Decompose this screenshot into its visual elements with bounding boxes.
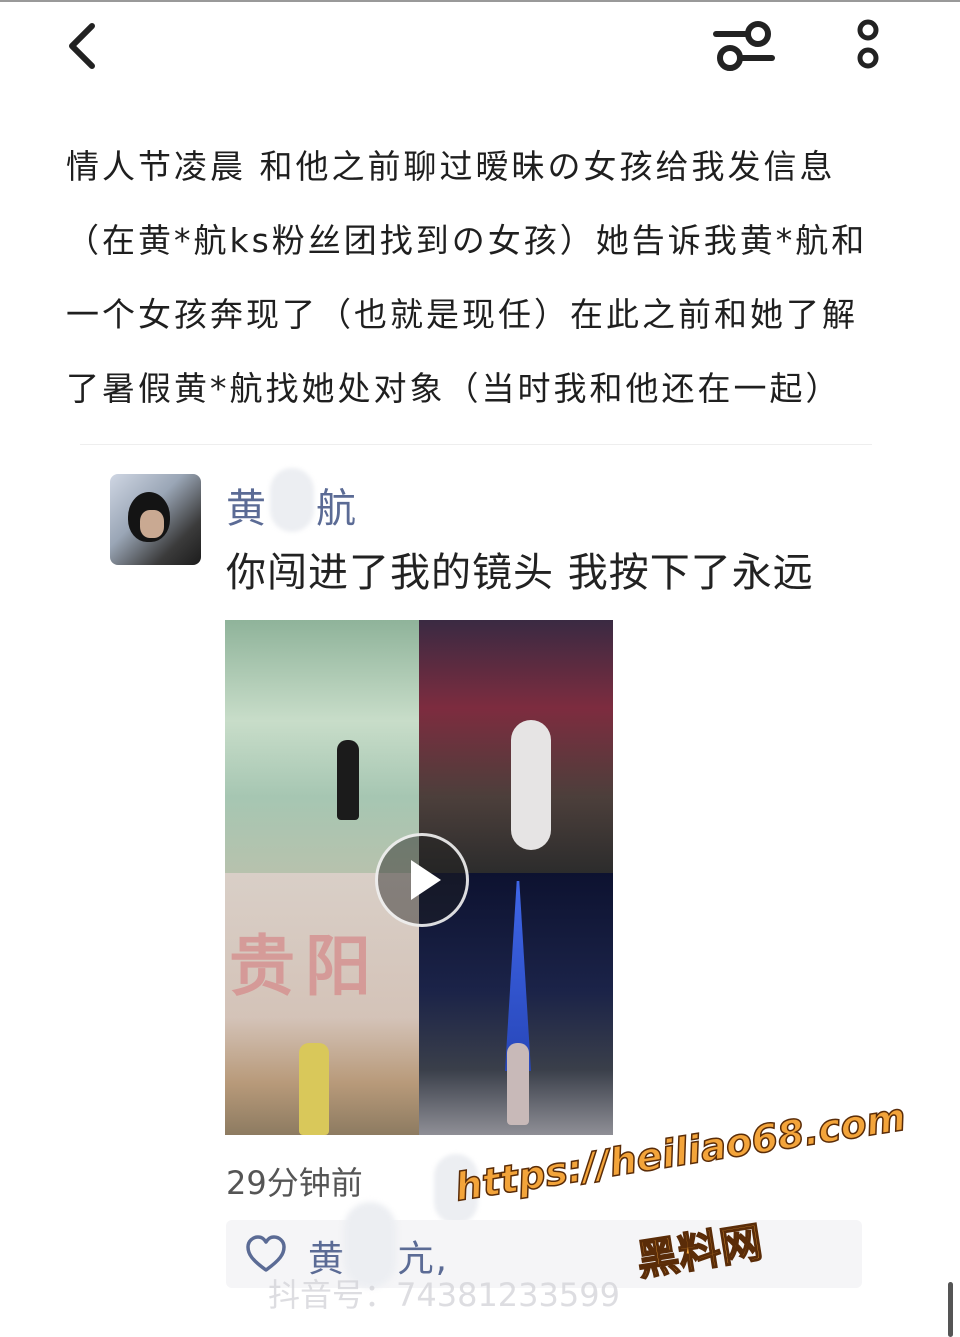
post-line: 了暑假黄*航找她处对象（当时我和他还在一起） [66,369,842,408]
wall-lettering: 贵阳 [229,928,381,1005]
photo-tile-carousel [419,620,613,873]
post-line: （在黄*航ks粉丝团找到の女孩）她告诉我黄*航和 [66,221,868,260]
person-figure [507,1043,529,1125]
username-last: 航 [316,486,358,532]
scrollbar[interactable] [948,1282,953,1337]
moment-caption: 你闯进了我的镜头 我按下了永远 [226,550,814,596]
play-icon[interactable] [375,833,469,927]
avatar-face [140,510,164,538]
carousel-horse [511,720,551,850]
douyin-watermark: 抖音号：74381233599 [268,1276,620,1314]
moment-timestamp: 29分钟前 [226,1164,363,1202]
more-vertical-icon[interactable] [846,16,890,76]
post-text: 情人节凌晨 和他之前聊过暧昧の女孩给我发信息 （在黄*航ks粉丝团找到の女孩）她… [66,130,896,426]
username-first: 黄 [226,486,268,532]
divider [80,444,872,445]
person-figure [299,1043,329,1135]
post-line: 一个女孩奔现了（也就是现任）在此之前和她了解 [66,295,858,334]
video-thumbnail[interactable]: 贵阳 [225,620,613,1135]
post-line: 情人节凌晨 和他之前聊过暧昧の女孩给我发信息 [66,147,836,186]
avatar[interactable] [110,474,201,565]
person-figure [337,740,359,820]
name-blur [270,468,314,532]
top-bar [0,0,960,98]
chevron-left-icon[interactable] [58,18,108,74]
photo-tile-park [225,620,419,873]
sliders-icon[interactable] [710,16,778,76]
